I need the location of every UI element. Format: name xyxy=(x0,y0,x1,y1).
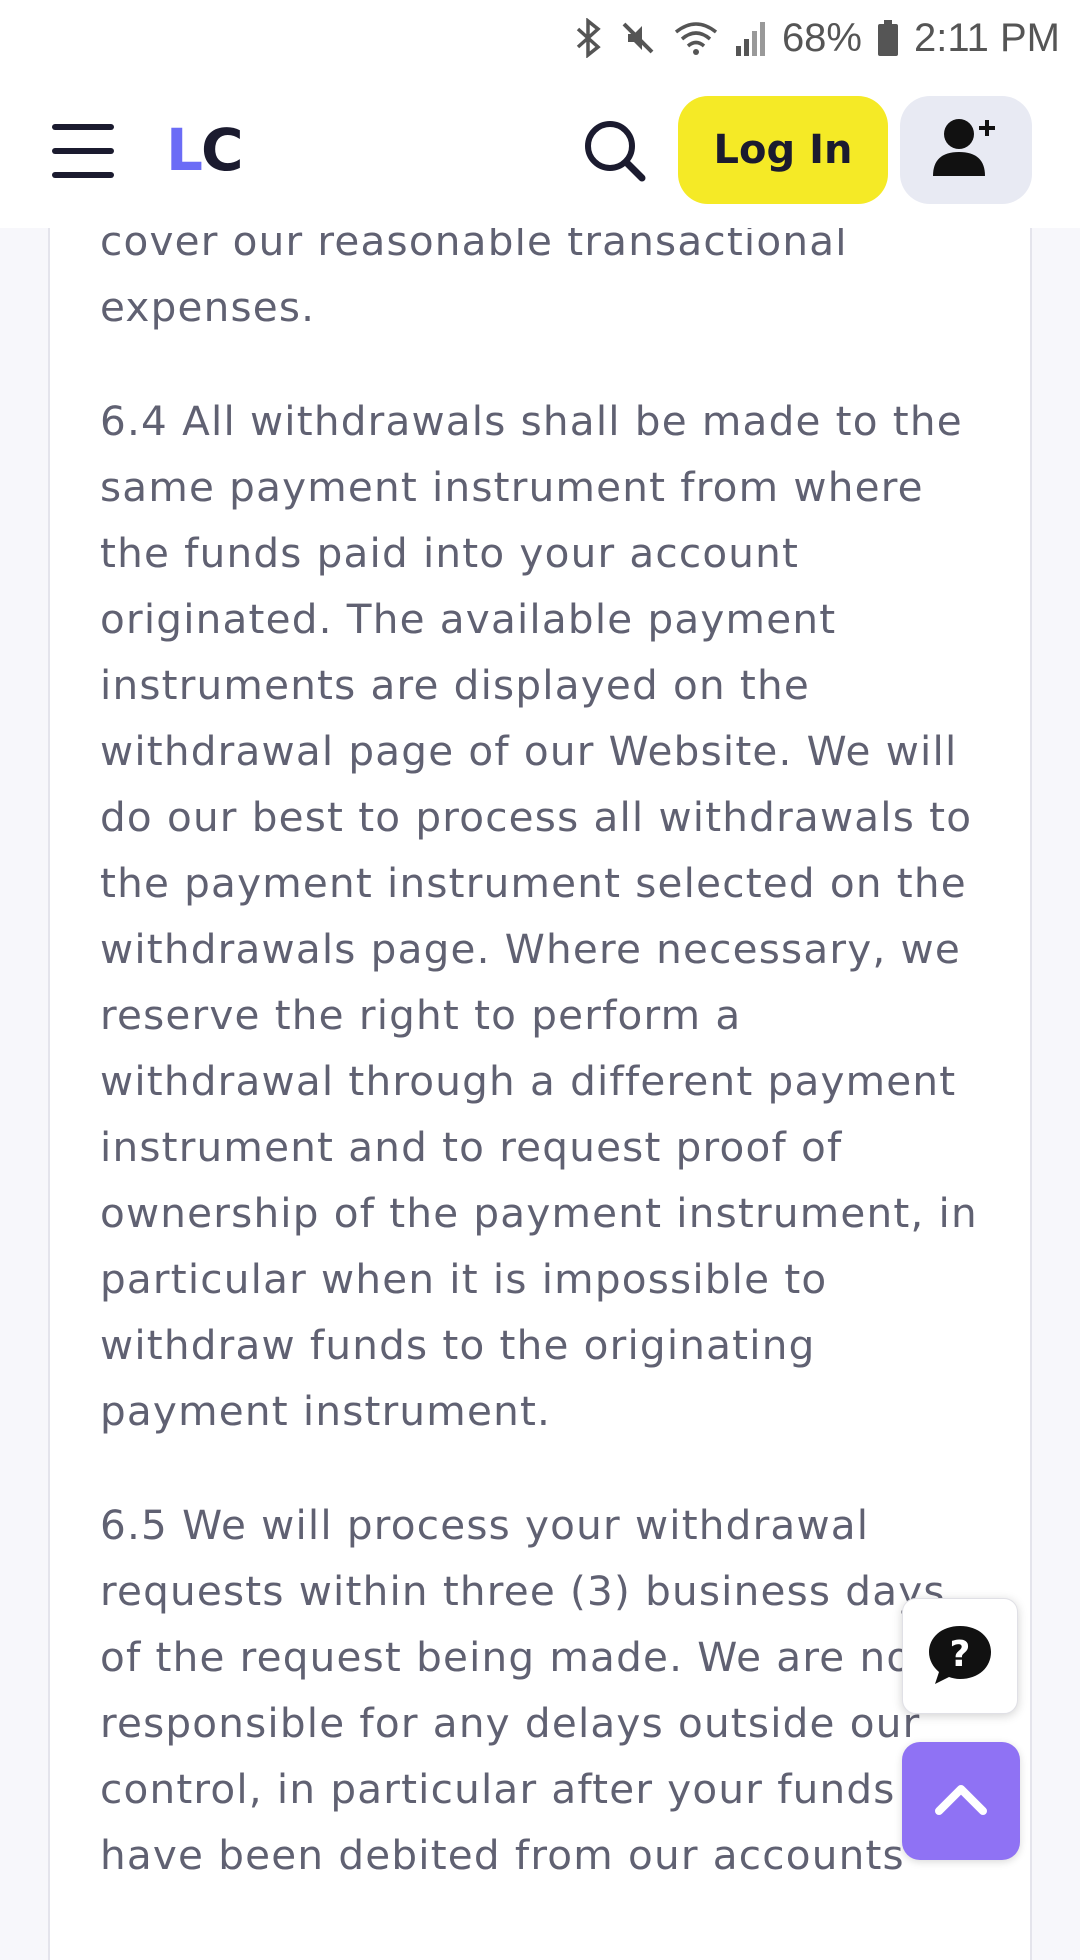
battery-icon xyxy=(876,18,900,58)
mute-icon xyxy=(618,18,658,58)
paragraph-6-5: 6.5 We will process your withdrawal requ… xyxy=(100,1501,946,1879)
signal-icon xyxy=(734,18,768,58)
search-icon[interactable] xyxy=(580,116,650,186)
register-button[interactable] xyxy=(900,96,1032,204)
site-logo[interactable]: LC xyxy=(166,114,244,186)
logo-letter-c: C xyxy=(200,116,244,184)
site-header: LC Log In xyxy=(0,76,1080,228)
terms-content: cover our reasonable transactional expen… xyxy=(100,208,980,1936)
status-bar: 68% 2:11 PM xyxy=(0,0,1080,76)
add-user-icon xyxy=(931,116,1001,184)
logo-letter-l: L xyxy=(166,116,203,184)
svg-text:?: ? xyxy=(950,1634,971,1675)
wifi-icon xyxy=(672,18,720,58)
question-chat-icon: ? xyxy=(925,1622,995,1690)
chevron-up-icon xyxy=(931,1779,991,1823)
login-button[interactable]: Log In xyxy=(678,96,888,204)
battery-percent: 68% xyxy=(781,15,862,60)
scroll-top-button[interactable] xyxy=(902,1742,1020,1860)
clock: 2:11 PM xyxy=(914,15,1060,60)
menu-icon[interactable] xyxy=(52,124,114,178)
help-chat-button[interactable]: ? xyxy=(902,1598,1018,1714)
paragraph-6-4: 6.4 All withdrawals shall be made to the… xyxy=(100,397,978,1435)
bluetooth-icon xyxy=(574,18,604,58)
